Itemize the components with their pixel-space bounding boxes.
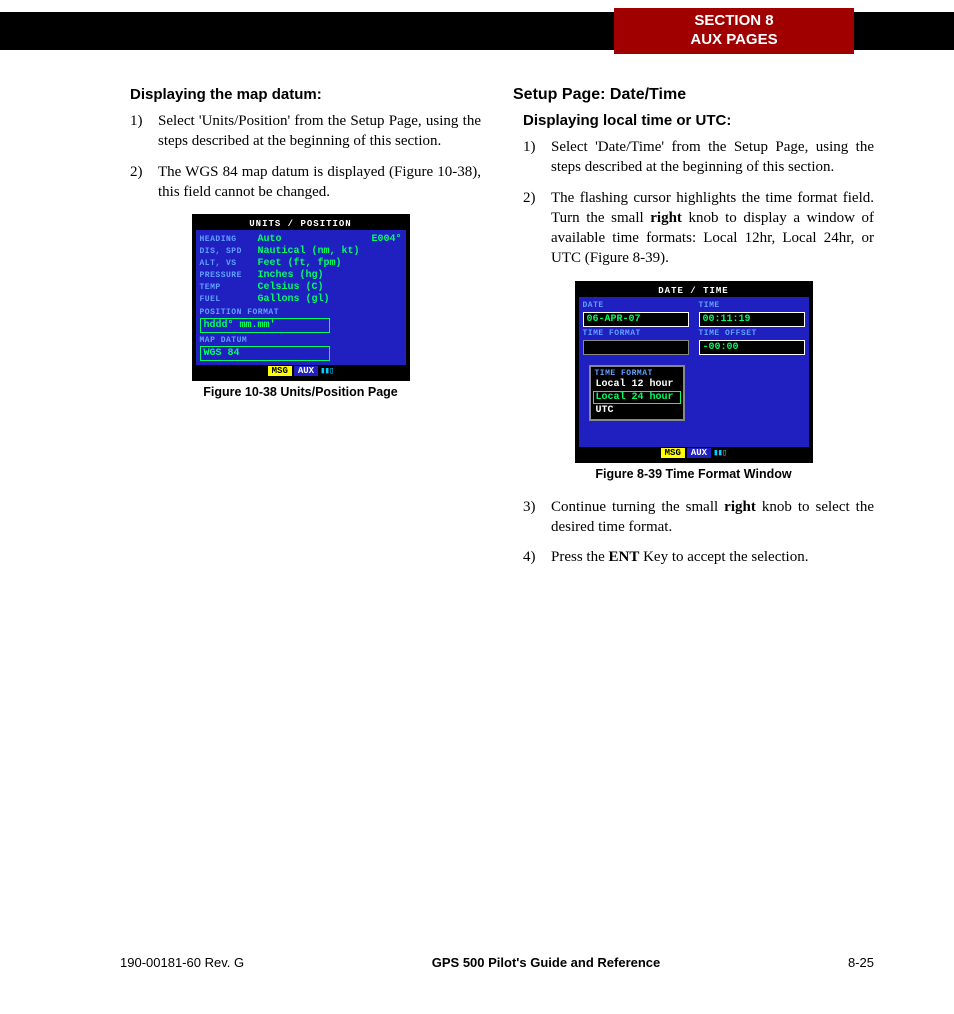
list-item: 1) Select 'Units/Position' from the Setu…	[130, 111, 481, 152]
step-text: Select 'Units/Position' from the Setup P…	[158, 111, 481, 152]
msg-tag: MSG	[661, 448, 685, 458]
page-footer: 190-00181-60 Rev. G GPS 500 Pilot's Guid…	[120, 955, 874, 970]
section-tab: SECTION 8 AUX PAGES	[614, 8, 854, 54]
step-number: 1)	[523, 137, 551, 178]
gps-body: HEADING Auto E004° DIS, SPDNautical (nm,…	[196, 230, 406, 365]
list-item: 2) The WGS 84 map datum is displayed (Fi…	[130, 162, 481, 203]
step-number: 1)	[130, 111, 158, 152]
gps-map-datum-value: WGS 84	[200, 346, 330, 361]
time-offset-label: TIME OFFSET	[699, 329, 805, 338]
popup-title: TIME FORMAT	[593, 369, 681, 378]
right-column: Setup Page: Date/Time Displaying local t…	[513, 82, 874, 577]
step-number: 3)	[523, 497, 551, 538]
figure-caption: Figure 10-38 Units/Position Page	[120, 385, 481, 399]
gps-row: TEMPCelsius (C)	[200, 282, 402, 293]
section-line1: SECTION 8	[614, 12, 854, 31]
list-item: 4) Press the ENT Key to accept the selec…	[523, 547, 874, 567]
gps-row-heading: HEADING Auto E004°	[200, 234, 402, 245]
list-item: 3) Continue turning the small right knob…	[523, 497, 874, 538]
time-format-label: TIME FORMAT	[583, 329, 689, 338]
gps-row: FUELGallons (gl)	[200, 294, 402, 305]
footer-page-number: 8-25	[848, 955, 874, 970]
gps-units-position-screen: UNITS / POSITION HEADING Auto E004° DIS,…	[192, 214, 410, 381]
msg-tag: MSG	[268, 366, 292, 376]
step-text: The flashing cursor highlights the time …	[551, 188, 874, 269]
right-subheading: Displaying local time or UTC:	[523, 112, 874, 129]
aux-tag: AUX	[687, 448, 711, 458]
aux-tag: AUX	[294, 366, 318, 376]
gps-row: PRESSUREInches (hg)	[200, 270, 402, 281]
section-line2: AUX PAGES	[614, 31, 854, 50]
gps-footer: MSG AUX ▮▮▯	[196, 365, 406, 377]
step-number: 2)	[523, 188, 551, 269]
step-number: 2)	[130, 162, 158, 203]
left-steps: 1) Select 'Units/Position' from the Setu…	[130, 111, 481, 202]
figure-caption: Figure 8-39 Time Format Window	[513, 467, 874, 481]
gps-row: DIS, SPDNautical (nm, kt)	[200, 246, 402, 257]
step-text: The WGS 84 map datum is displayed (Figur…	[158, 162, 481, 203]
gps-body: DATE TIME 06-APR-07 00:11:19 TIME FORMAT…	[579, 297, 809, 447]
popup-item: Local 12 hour	[593, 378, 681, 391]
popup-item: UTC	[593, 404, 681, 417]
popup-item-selected: Local 24 hour	[593, 391, 681, 404]
figure-10-38: UNITS / POSITION HEADING Auto E004° DIS,…	[120, 214, 481, 399]
gps-pos-format-label: POSITION FORMAT	[200, 308, 402, 317]
list-item: 2) The flashing cursor highlights the ti…	[523, 188, 874, 269]
gps-footer: MSG AUX ▮▮▯	[579, 447, 809, 459]
left-column: Displaying the map datum: 1) Select 'Uni…	[120, 82, 481, 577]
time-format-value	[583, 340, 689, 355]
right-steps-continued: 3) Continue turning the small right knob…	[523, 497, 874, 568]
list-item: 1) Select 'Date/Time' from the Setup Pag…	[523, 137, 874, 178]
time-label: TIME	[699, 301, 805, 310]
step-text: Select 'Date/Time' from the Setup Page, …	[551, 137, 874, 178]
figure-8-39: DATE / TIME DATE TIME 06-APR-07 00:11:19…	[513, 281, 874, 481]
step-text: Press the ENT Key to accept the selectio…	[551, 547, 874, 567]
time-value: 00:11:19	[699, 312, 805, 327]
step-number: 4)	[523, 547, 551, 567]
gps-pos-format-value: hddd° mm.mm'	[200, 318, 330, 333]
gps-label: HEADING	[200, 235, 258, 244]
right-steps: 1) Select 'Date/Time' from the Setup Pag…	[523, 137, 874, 269]
date-value: 06-APR-07	[583, 312, 689, 327]
gps-screen-title: UNITS / POSITION	[196, 218, 406, 230]
gps-map-datum-label: MAP DATUM	[200, 336, 402, 345]
gps-row: ALT, VSFeet (ft, fpm)	[200, 258, 402, 269]
gps-heading-degrees: E004°	[371, 234, 401, 245]
date-label: DATE	[583, 301, 689, 310]
step-text: Continue turning the small right knob to…	[551, 497, 874, 538]
footer-doc-rev: 190-00181-60 Rev. G	[120, 955, 244, 970]
right-heading: Setup Page: Date/Time	[513, 86, 874, 104]
page-indicator-icon: ▮▮▯	[713, 448, 726, 458]
left-subheading: Displaying the map datum:	[130, 86, 481, 103]
gps-screen-title: DATE / TIME	[579, 285, 809, 297]
gps-date-time-screen: DATE / TIME DATE TIME 06-APR-07 00:11:19…	[575, 281, 813, 463]
page-indicator-icon: ▮▮▯	[320, 366, 333, 376]
footer-doc-title: GPS 500 Pilot's Guide and Reference	[432, 955, 661, 970]
date-time-grid: DATE TIME 06-APR-07 00:11:19 TIME FORMAT…	[583, 301, 805, 355]
time-offset-value: -00:00	[699, 340, 805, 355]
gps-value: Auto	[258, 234, 282, 245]
time-format-popup: TIME FORMAT Local 12 hour Local 24 hour …	[589, 365, 685, 421]
content-columns: Displaying the map datum: 1) Select 'Uni…	[120, 82, 874, 577]
